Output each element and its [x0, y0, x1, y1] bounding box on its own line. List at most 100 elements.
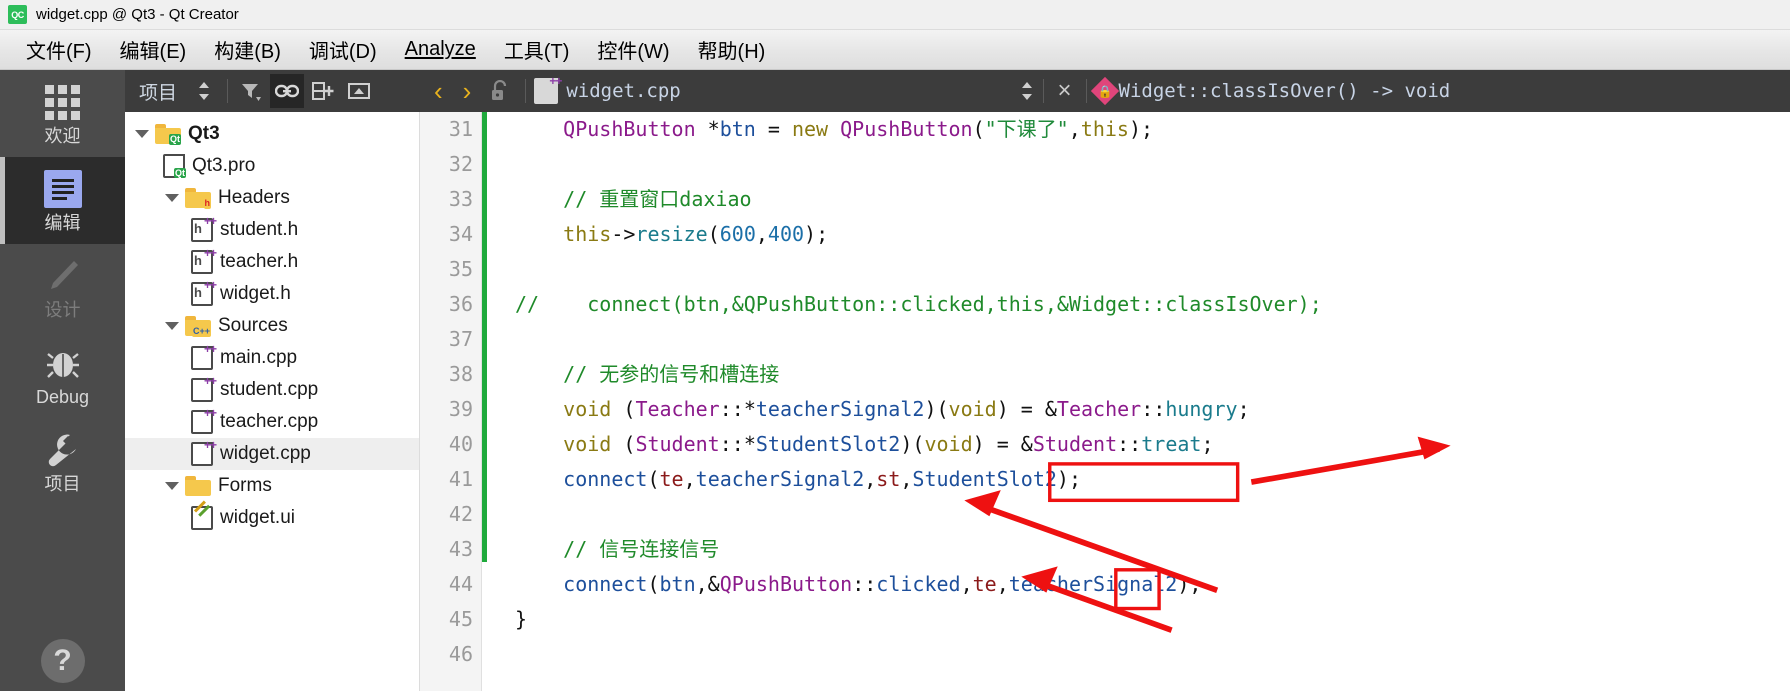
code-editor[interactable]: 31 32 33 34 35 36 37 38 39 40 41 42 43 4… [420, 112, 1790, 691]
tree-item-label: Sources [218, 315, 288, 336]
expand-arrow-icon[interactable] [135, 130, 149, 138]
toolbar-divider-2 [525, 79, 527, 103]
toolbar-divider-3 [1042, 79, 1044, 103]
mode-design[interactable]: 设计 [0, 244, 125, 331]
symbol-combo[interactable]: Widget::classIsOver() -> void [1119, 80, 1451, 102]
project-panel-toolbar: 项目 [125, 70, 420, 112]
line-number: 35 [448, 257, 473, 281]
open-file-name: widget.cpp [566, 80, 681, 102]
menu-debug[interactable]: 调试(D) [295, 33, 391, 66]
filter-icon[interactable] [234, 74, 268, 108]
tree-item-widget-cpp[interactable]: ++ widget.cpp [125, 438, 419, 470]
file-cpp-icon: ++ [191, 374, 217, 402]
project-tree[interactable]: Qt Qt3 Qt Qt3.pro h Headers h ++ student… [125, 112, 420, 691]
mode-edit[interactable]: 编辑 [0, 157, 125, 244]
tree-item-qt3[interactable]: Qt Qt3 [125, 118, 419, 150]
function-private-icon: 🔒 [1090, 76, 1119, 106]
line-number: 42 [448, 502, 473, 526]
menu-file[interactable]: 文件(F) [12, 33, 106, 66]
folder-cpp-icon: C++ [185, 316, 211, 337]
menu-build[interactable]: 构建(B) [200, 33, 295, 66]
tree-item-headers[interactable]: h Headers [125, 182, 419, 214]
editor-toolbar: ‹ › ++ widget.cpp × 🔒 Widget::classIsOve… [420, 70, 1790, 112]
file-cpp-icon: ++ [191, 438, 217, 466]
expand-arrow-icon[interactable] [165, 194, 179, 202]
window-title: widget.cpp @ Qt3 - Qt Creator [36, 6, 239, 23]
tree-item-widget-h[interactable]: h ++ widget.h [125, 278, 419, 310]
folder-h-icon: h [185, 188, 211, 209]
tree-item-main-cpp[interactable]: ++ main.cpp [125, 342, 419, 374]
menu-tools[interactable]: 工具(T) [490, 33, 584, 66]
code-text[interactable]: QPushButton *btn = new QPushButton("下课了"… [487, 112, 1790, 691]
code-line: connect(te,teacherSignal2,st,StudentSlot… [563, 467, 1082, 491]
close-document-button[interactable]: × [1052, 77, 1078, 105]
mode-welcome[interactable]: 欢迎 [0, 70, 125, 157]
code-line: connect(btn,&QPushButton::clicked,te,tea… [563, 572, 1202, 596]
mode-debug[interactable]: Debug [0, 331, 125, 418]
tree-item-widget-ui[interactable]: widget.ui [125, 500, 419, 534]
menu-help[interactable]: 帮助(H) [684, 33, 780, 66]
file-cpp-icon: ++ [534, 74, 562, 104]
unlocked-icon[interactable] [483, 74, 517, 108]
code-line: // connect(btn,&QPushButton::clicked,thi… [515, 292, 1322, 316]
expand-arrow-icon[interactable] [165, 482, 179, 490]
mode-debug-label: Debug [35, 387, 90, 407]
file-qt-icon: Qt [163, 154, 186, 178]
line-number: 33 [448, 187, 473, 211]
code-line: // 无参的信号和槽连接 [563, 362, 780, 386]
code-line: // 信号连接信号 [563, 537, 720, 561]
mode-design-label: 设计 [44, 300, 81, 320]
help-icon[interactable]: ? [40, 639, 85, 683]
menu-analyze[interactable]: Analyze [391, 36, 490, 63]
expand-arrow-icon[interactable] [165, 322, 179, 330]
tree-item-forms[interactable]: Forms [125, 470, 419, 502]
tree-item-label: Headers [218, 187, 290, 208]
open-file-combo[interactable]: ++ widget.cpp [534, 74, 681, 104]
edit-lines-icon [43, 169, 82, 209]
wrench-icon [44, 430, 82, 470]
menu-edit[interactable]: 编辑(E) [106, 33, 201, 66]
tree-item-label: widget.ui [220, 507, 295, 528]
navigate-forward-button[interactable]: › [455, 78, 480, 104]
tree-item-student-cpp[interactable]: ++ student.cpp [125, 374, 419, 406]
folder-form-icon [185, 476, 211, 496]
tree-item-teacher-h[interactable]: h ++ teacher.h [125, 246, 419, 278]
file-spinner-icon[interactable] [1019, 80, 1035, 102]
code-line: } [515, 607, 528, 631]
mode-selector: 欢迎 编辑 设计 Debug 项目 ? [0, 70, 125, 691]
tree-item-teacher-cpp[interactable]: ++ teacher.cpp [125, 406, 419, 438]
menu-widgets[interactable]: 控件(W) [583, 33, 683, 66]
split-add-icon[interactable] [306, 74, 340, 108]
sort-chevrons-icon[interactable] [187, 74, 221, 108]
line-number: 44 [448, 572, 473, 596]
tree-item-label: teacher.h [220, 251, 299, 272]
tree-item-student-h[interactable]: h ++ student.h [125, 214, 419, 246]
tree-item-label: teacher.cpp [220, 411, 319, 432]
tree-item-qt3-pro[interactable]: Qt Qt3.pro [125, 150, 419, 182]
mode-projects-label: 项目 [44, 474, 81, 494]
collapse-icon[interactable] [342, 74, 376, 108]
pencil-icon [44, 256, 82, 296]
navigate-back-button[interactable]: ‹ [426, 78, 451, 104]
code-line: // 重置窗口daxiao [563, 187, 752, 211]
tree-item-label: student.cpp [220, 379, 319, 400]
line-number: 36 [448, 292, 473, 316]
link-icon[interactable] [270, 74, 305, 108]
file-cpp-icon: ++ [191, 406, 217, 434]
code-line: void (Teacher::*teacherSignal2)(void) = … [563, 397, 1250, 421]
line-number: 32 [448, 152, 473, 176]
line-number: 45 [448, 607, 473, 631]
line-number: 34 [448, 222, 473, 246]
tree-item-label: widget.h [220, 283, 291, 304]
tree-item-sources[interactable]: C++ Sources [125, 310, 419, 342]
line-number: 40 [448, 432, 473, 456]
mode-projects[interactable]: 项目 [0, 418, 125, 505]
main-area: 欢迎 编辑 设计 Debug 项目 ? 项目 Qt Qt3 Qt Qt3.pro… [0, 70, 1790, 691]
file-cpp-icon: ++ [191, 342, 217, 370]
project-panel-title[interactable]: 项目 [131, 78, 185, 105]
file-hpp-icon: h ++ [191, 246, 217, 274]
tree-item-label: Qt3.pro [192, 155, 256, 176]
